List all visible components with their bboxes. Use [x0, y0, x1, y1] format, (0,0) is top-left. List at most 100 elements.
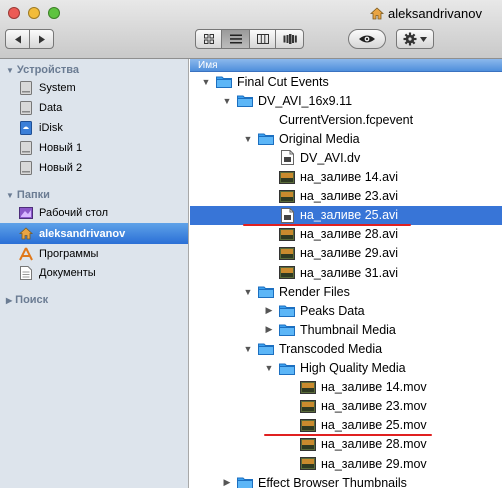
file-row[interactable]: на_заливе 29.avi — [190, 244, 502, 263]
file-list: Имя ▼ Final Cut Events ▼ DV_AVI_16x9.11 Curr… — [190, 59, 502, 488]
folder-icon — [258, 285, 274, 299]
file-row[interactable]: на_заливе 23.avi — [190, 187, 502, 206]
sidebar-section-search[interactable]: ▶ Поиск — [6, 294, 48, 306]
sidebar-section-header: Поиск — [15, 294, 49, 306]
disclosure-open-icon[interactable]: ▼ — [263, 363, 275, 373]
row-label: на_заливе 14.mov — [321, 380, 427, 395]
sidebar: ▼ Устройства System Data iDisk Новый 1 Н… — [0, 59, 189, 488]
file-row[interactable]: на_заливе 14.mov — [190, 378, 502, 397]
sidebar-item-applications[interactable]: Программы — [0, 244, 188, 264]
minimize-button[interactable] — [28, 7, 40, 19]
video-thumb-icon — [279, 266, 295, 280]
disclosure-open-icon[interactable]: ▼ — [221, 96, 233, 106]
folder-row[interactable]: ▼ Transcoded Media — [190, 339, 502, 358]
blank-icon — [258, 113, 274, 127]
hard-drive-icon — [19, 101, 33, 115]
sidebar-section-header: Папки — [16, 189, 50, 201]
row-label: Final Cut Events — [237, 74, 329, 89]
sidebar-item-label: Новый 2 — [39, 162, 83, 174]
file-row[interactable]: на_заливе 25.mov — [190, 416, 502, 435]
folder-row[interactable]: ▼ DV_AVI_16x9.11 — [190, 91, 502, 110]
disclosure-open-icon[interactable]: ▼ — [242, 134, 254, 144]
video-thumb-icon — [300, 418, 316, 432]
grid-icon — [203, 34, 214, 44]
folder-icon — [279, 323, 295, 337]
sidebar-item-documents[interactable]: Документы — [0, 263, 188, 283]
hard-drive-icon — [19, 81, 33, 95]
disclosure-closed-icon: ▶ — [6, 295, 13, 305]
folder-row[interactable]: ▶ Effect Browser Thumbnails — [190, 473, 502, 488]
row-label: на_заливе 23.avi — [300, 189, 399, 204]
back-button[interactable] — [5, 29, 30, 49]
column-header-name[interactable]: Имя — [190, 59, 502, 72]
disclosure-closed-icon[interactable]: ▶ — [263, 324, 275, 335]
folder-row[interactable]: ▼ Final Cut Events — [190, 72, 502, 91]
disclosure-open-icon: ▼ — [6, 65, 14, 75]
folder-row[interactable]: ▼ High Quality Media — [190, 359, 502, 378]
folder-icon — [237, 476, 253, 488]
sidebar-section-devices[interactable]: ▼ Устройства — [6, 64, 79, 76]
row-label: на_заливе 23.mov — [321, 399, 427, 414]
list-icon — [229, 34, 242, 44]
video-thumb-icon — [300, 457, 316, 471]
row-label: Transcoded Media — [279, 341, 383, 356]
row-label: DV_AVI.dv — [300, 150, 361, 165]
disclosure-open-icon[interactable]: ▼ — [242, 287, 254, 297]
row-label: Thumbnail Media — [300, 322, 396, 337]
disclosure-open-icon[interactable]: ▼ — [242, 344, 254, 354]
chevron-down-icon — [420, 36, 427, 42]
close-button[interactable] — [8, 7, 20, 19]
file-row[interactable]: на_заливе 28.avi — [190, 225, 502, 244]
list-view-button[interactable] — [221, 29, 250, 49]
file-row[interactable]: на_заливе 25.avi — [190, 205, 502, 225]
row-label: на_заливе 28.mov — [321, 437, 427, 452]
row-label: Effect Browser Thumbnails — [258, 475, 407, 488]
file-row[interactable]: на_заливе 23.mov — [190, 397, 502, 416]
forward-button[interactable] — [29, 29, 54, 49]
file-row[interactable]: на_заливе 28.mov — [190, 435, 502, 454]
disclosure-closed-icon[interactable]: ▶ — [263, 305, 275, 316]
video-thumb-icon — [279, 246, 295, 260]
file-row[interactable]: на_заливе 31.avi — [190, 263, 502, 282]
column-view-button[interactable] — [249, 29, 276, 49]
row-label: на_заливе 31.avi — [300, 265, 399, 280]
sidebar-item-desktop[interactable]: Рабочий стол — [0, 203, 188, 223]
folder-icon — [279, 361, 295, 375]
video-thumb-icon — [279, 170, 295, 184]
sidebar-item-system[interactable]: System — [0, 78, 188, 98]
sidebar-section-header: Устройства — [16, 64, 80, 76]
sidebar-item-label: Рабочий стол — [39, 207, 109, 219]
folder-row[interactable]: ▼ Original Media — [190, 129, 502, 148]
row-label: на_заливе 25.mov — [321, 418, 427, 433]
zoom-button[interactable] — [48, 7, 60, 19]
file-row[interactable]: на_заливе 14.avi — [190, 168, 502, 187]
sidebar-item-idisk[interactable]: iDisk — [0, 118, 188, 138]
sidebar-section-places[interactable]: ▼ Папки — [6, 189, 50, 201]
file-row[interactable]: на_заливе 29.mov — [190, 454, 502, 473]
file-row[interactable]: DV_AVI.dv — [190, 148, 502, 167]
sidebar-item-home[interactable]: aleksandrivanov — [0, 223, 188, 244]
file-row[interactable]: CurrentVersion.fcpevent — [190, 110, 502, 129]
documents-icon — [19, 266, 33, 280]
window-title: aleksandrivanov — [370, 6, 482, 21]
sidebar-item-new-1[interactable]: Новый 1 — [0, 138, 188, 158]
disclosure-closed-icon[interactable]: ▶ — [221, 477, 233, 488]
action-menu-button[interactable] — [396, 29, 434, 49]
document-icon — [279, 150, 295, 166]
row-label: Peaks Data — [300, 303, 365, 318]
disclosure-open-icon[interactable]: ▼ — [200, 77, 212, 87]
folder-row[interactable]: ▶ Thumbnail Media — [190, 320, 502, 339]
row-label: на_заливе 28.avi — [300, 227, 399, 242]
folder-icon — [216, 75, 232, 89]
row-label: на_заливе 14.avi — [300, 170, 399, 184]
sidebar-item-new-2[interactable]: Новый 2 — [0, 158, 188, 178]
video-thumb-icon — [300, 380, 316, 394]
row-label: CurrentVersion.fcpevent — [279, 112, 414, 127]
coverflow-view-button[interactable] — [275, 29, 304, 49]
folder-row[interactable]: ▼ Render Files — [190, 282, 502, 301]
icon-view-button[interactable] — [195, 29, 222, 49]
folder-row[interactable]: ▶ Peaks Data — [190, 301, 502, 320]
window-title-text: aleksandrivanov — [388, 6, 482, 21]
sidebar-item-data[interactable]: Data — [0, 98, 188, 118]
quicklook-button[interactable] — [348, 29, 386, 49]
